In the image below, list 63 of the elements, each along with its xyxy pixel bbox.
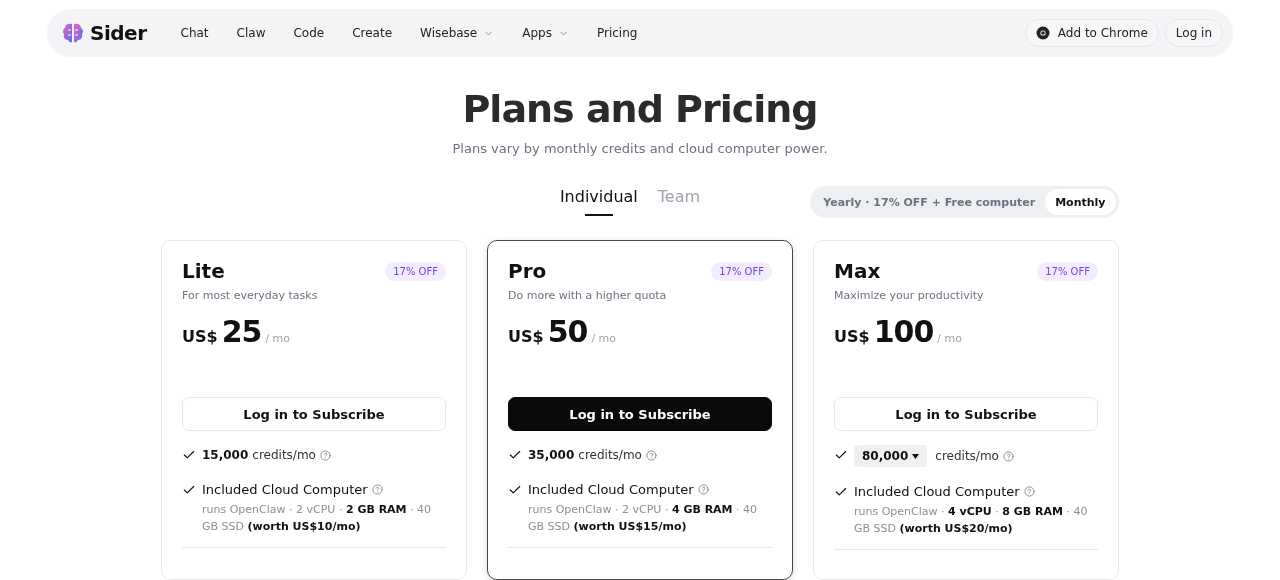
logo-text[interactable]: Sider bbox=[90, 21, 147, 45]
nav-link[interactable]: Claw bbox=[224, 20, 278, 46]
add-to-chrome-button[interactable]: Add to Chrome bbox=[1024, 19, 1159, 47]
nav-link[interactable]: Code bbox=[281, 20, 337, 46]
plan-name: Lite bbox=[182, 259, 225, 283]
price-amount: 50 bbox=[547, 314, 588, 349]
feature-details: runs OpenClaw · 4 vCPU · 8 GB RAM · 40 GB SSD (worth US$20/mo) bbox=[854, 504, 1089, 537]
nav-link[interactable]: Apps bbox=[510, 20, 581, 46]
price-period: / mo bbox=[937, 332, 962, 345]
help-icon[interactable] bbox=[1002, 450, 1014, 462]
check-icon bbox=[182, 483, 196, 497]
chrome-icon bbox=[1035, 26, 1050, 40]
help-icon[interactable] bbox=[371, 483, 383, 495]
discount-badge: 17% OFF bbox=[1037, 261, 1098, 281]
price-amount: 100 bbox=[873, 314, 934, 349]
feature-details: runs OpenClaw · 2 vCPU · 2 GB RAM · 40 GB SSD (worth US$10/mo) bbox=[202, 502, 433, 535]
credits-label: credits/mo bbox=[935, 449, 999, 463]
feature-details: runs OpenClaw · 2 vCPU · 4 GB RAM · 40 GB SSD (worth US$15/mo) bbox=[528, 502, 759, 535]
feature-title: Included Cloud Computer bbox=[202, 481, 368, 497]
nav-link[interactable]: Chat bbox=[168, 20, 221, 46]
discount-badge: 17% OFF bbox=[385, 261, 446, 281]
page-subtitle: Plans vary by monthly credits and cloud computer power. bbox=[452, 141, 828, 156]
plan-tagline: For most everyday tasks bbox=[182, 289, 319, 302]
price-currency: US$ bbox=[182, 327, 218, 346]
brain-logo-icon bbox=[61, 21, 85, 45]
price-currency: US$ bbox=[508, 327, 544, 346]
check-icon bbox=[182, 448, 196, 462]
help-icon[interactable] bbox=[319, 449, 331, 461]
price-period: / mo bbox=[591, 332, 617, 345]
credits-dropdown[interactable]: 80,000 bbox=[854, 445, 928, 467]
credits-label: credits/mo bbox=[252, 448, 316, 462]
discount-badge: 17% OFF bbox=[711, 261, 772, 281]
price-currency: US$ bbox=[834, 327, 870, 346]
price-amount: 25 bbox=[221, 314, 262, 349]
check-icon bbox=[834, 485, 848, 499]
credits-amount: 15,000 bbox=[202, 448, 249, 462]
plan-tagline: Maximize your productivity bbox=[834, 289, 985, 302]
plan-name: Max bbox=[834, 259, 881, 283]
plan-tab[interactable]: Individual bbox=[559, 184, 638, 214]
nav-link[interactable]: Pricing bbox=[584, 20, 650, 46]
check-icon bbox=[508, 483, 522, 497]
credits-amount: 35,000 bbox=[528, 448, 575, 462]
billing-option[interactable]: Monthly bbox=[1045, 189, 1116, 215]
check-icon bbox=[508, 448, 522, 462]
subscribe-button[interactable]: Log in to Subscribe bbox=[508, 397, 772, 431]
subscribe-button[interactable]: Log in to Subscribe bbox=[182, 397, 446, 431]
plan-tagline: Do more with a higher quota bbox=[508, 289, 668, 302]
help-icon[interactable] bbox=[1023, 485, 1035, 497]
subscribe-button[interactable]: Log in to Subscribe bbox=[834, 397, 1098, 431]
help-icon[interactable] bbox=[697, 483, 709, 495]
billing-option[interactable]: Yearly · 17% OFF + Free computer bbox=[813, 189, 1046, 215]
dropdown-caret-icon bbox=[912, 453, 920, 459]
login-button[interactable]: Log in bbox=[1164, 19, 1223, 47]
page-title: Plans and Pricing bbox=[462, 87, 818, 131]
check-icon bbox=[834, 448, 848, 462]
feature-title: Included Cloud Computer bbox=[854, 483, 1020, 499]
nav-link[interactable]: Wisebase bbox=[408, 20, 507, 46]
price-period: / mo bbox=[265, 332, 291, 345]
feature-title: Included Cloud Computer bbox=[528, 481, 694, 497]
plan-name: Pro bbox=[508, 259, 547, 283]
nav-link[interactable]: Create bbox=[340, 20, 405, 46]
help-icon[interactable] bbox=[645, 449, 657, 461]
credits-label: credits/mo bbox=[578, 448, 642, 462]
